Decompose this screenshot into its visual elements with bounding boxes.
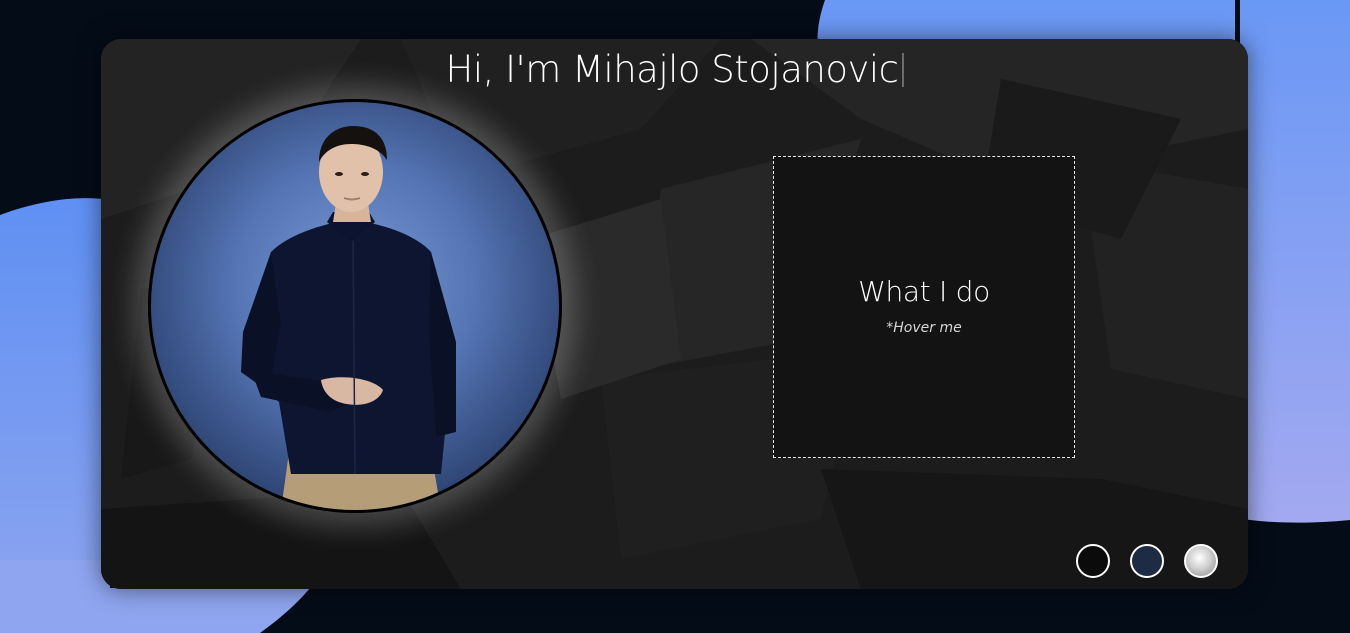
headline-text: Hi, I'm Mihajlo Stojanovic: [445, 48, 900, 91]
theme-navy-button[interactable]: [1130, 544, 1164, 578]
hero-card: Hi, I'm Mihajlo Stojanovic What I do *Ho…: [101, 39, 1248, 589]
person-figure: [241, 126, 456, 510]
hover-hint: *Hover me: [886, 320, 962, 336]
typing-caret: [901, 53, 904, 87]
headline: Hi, I'm Mihajlo Stojanovic: [101, 45, 1248, 95]
portrait-glow: [148, 99, 562, 513]
what-i-do-card[interactable]: What I do *Hover me: [773, 156, 1075, 458]
theme-light-button[interactable]: [1184, 544, 1218, 578]
portrait-photo: [148, 99, 562, 513]
theme-dark-button[interactable]: [1076, 544, 1110, 578]
what-i-do-title: What I do: [858, 275, 990, 308]
